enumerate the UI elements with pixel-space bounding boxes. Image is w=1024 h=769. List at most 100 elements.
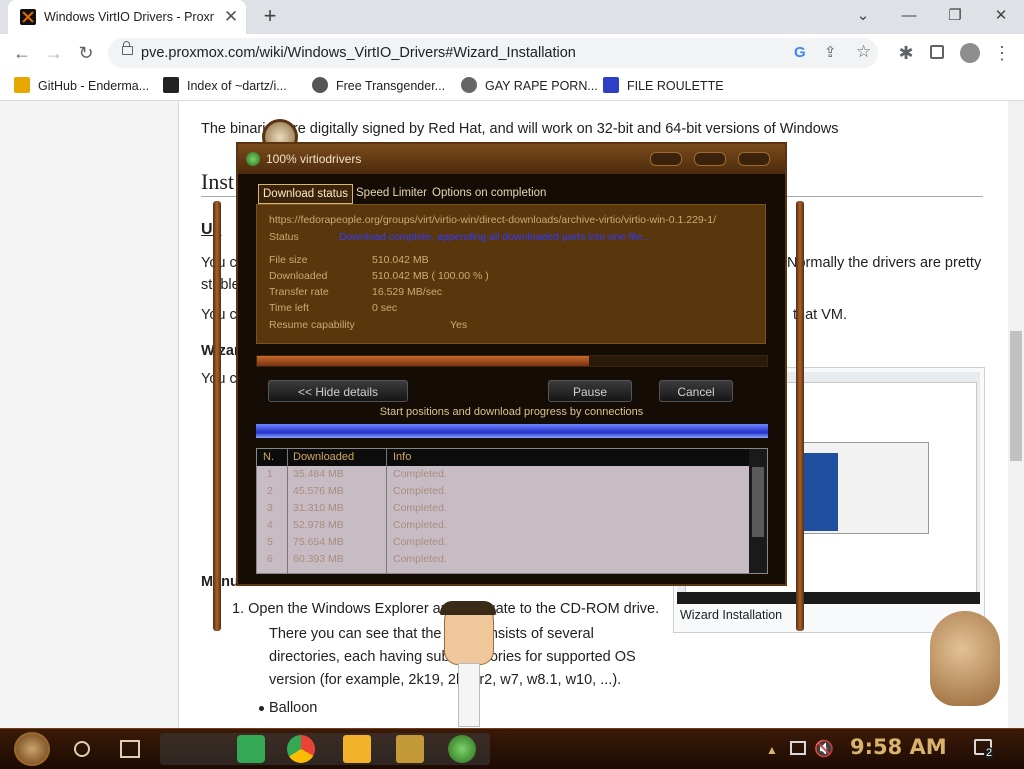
table-row[interactable]: 1 35.484 MB Completed. (257, 466, 749, 483)
resume-capability-label: Resume capability (269, 319, 355, 331)
status-value: Download complete, appending all downloa… (339, 231, 651, 243)
table-cell-downloaded: 35.484 MB (293, 468, 344, 480)
side-panel-icon[interactable] (930, 45, 944, 59)
thumbnail-taskbar (677, 592, 980, 604)
table-row[interactable]: 3 31.310 MB Completed. (257, 500, 749, 517)
column-header-downloaded[interactable]: Downloaded (293, 451, 354, 463)
network-icon[interactable] (790, 741, 806, 755)
lock-icon[interactable] (122, 41, 133, 55)
extensions-icon[interactable]: ✱ (894, 42, 918, 64)
start-button[interactable] (14, 732, 50, 766)
resume-capability-value: Yes (450, 319, 468, 331)
connections-progress-bar (256, 424, 768, 438)
file-explorer-icon[interactable] (343, 735, 371, 763)
chrome-app-icon[interactable] (287, 735, 315, 763)
table-scroll-thumb[interactable] (752, 467, 764, 537)
tray-overflow-icon[interactable]: ▲ (766, 743, 778, 757)
taskbar-clock[interactable]: 9:58 AM (850, 735, 947, 759)
tab-close-icon[interactable]: ✕ (222, 8, 240, 26)
notes-app-icon[interactable] (237, 735, 265, 763)
column-header-n[interactable]: N. (263, 451, 274, 463)
table-row[interactable]: 6 60.393 MB Completed. (257, 551, 749, 568)
time-left-value: 0 sec (372, 302, 398, 314)
tab-speed-limiter[interactable]: Speed Limiter (352, 184, 431, 202)
heading-installation: Inst (201, 169, 234, 194)
bookmark-file-roulette[interactable]: FILE ROULETTE (603, 77, 724, 95)
back-icon[interactable]: ← (10, 42, 34, 64)
pause-button[interactable]: Pause (548, 380, 632, 402)
table-cell-info: Completed. (393, 519, 447, 531)
task-view-icon[interactable] (120, 740, 140, 758)
table-cell-n: 1 (267, 468, 273, 480)
dialog-maximize-button[interactable] (694, 152, 726, 166)
progress-fill (257, 356, 589, 366)
downloaded-value: 510.042 MB ( 100.00 % ) (372, 270, 489, 282)
box-app-icon[interactable] (396, 735, 424, 763)
tab-download-status[interactable]: Download status (258, 184, 354, 204)
tab-search-icon[interactable]: ⌄ (849, 4, 877, 28)
dialog-close-button[interactable] (738, 152, 770, 166)
download-manager-app-icon[interactable] (448, 735, 476, 763)
tab-options-on-completion[interactable]: Options on completion (428, 184, 550, 202)
installer-banner (798, 453, 838, 531)
column-header-info[interactable]: Info (393, 451, 411, 463)
bookmark-globe[interactable]: GAY RAPE PORN... (461, 77, 598, 95)
table-cell-info: Completed. (393, 468, 447, 480)
minimize-icon[interactable]: — (895, 4, 923, 28)
menu-kebab-icon[interactable]: ⋮ (990, 42, 1014, 64)
cartoon-character-body (458, 663, 480, 727)
volume-muted-icon[interactable]: 🔇 (814, 739, 834, 759)
bookmark-github[interactable]: GitHub - Enderma... (14, 77, 149, 95)
dialog-title: 100% virtiodrivers (266, 152, 362, 166)
table-cell-downloaded: 31.310 MB (293, 502, 344, 514)
table-body: 1 35.484 MB Completed. 2 45.576 MB Completed.… (257, 466, 749, 573)
bookmark-star-icon[interactable]: ☆ (856, 42, 871, 62)
mask-icon (312, 77, 328, 93)
tab-title: Windows VirtIO Drivers - Proxmox (44, 10, 214, 24)
share-icon[interactable]: ⇪ (824, 43, 837, 61)
text-line: There you can see that the ISO consists … (269, 626, 594, 642)
search-icon[interactable] (74, 741, 90, 757)
profile-avatar[interactable] (960, 43, 980, 63)
hamster-mascot (930, 611, 1000, 706)
table-row[interactable]: 2 45.576 MB Completed. (257, 483, 749, 500)
close-window-icon[interactable]: ✕ (987, 4, 1015, 28)
table-cell-downloaded: 45.576 MB (293, 485, 344, 497)
table-cell-info: Completed. (393, 553, 447, 565)
table-cell-n: 2 (267, 485, 273, 497)
forward-icon[interactable]: → (42, 42, 66, 64)
bookmark-index[interactable]: Index of ~dartz/i... (163, 77, 287, 95)
address-bar[interactable]: pve.proxmox.com/wiki/Windows_VirtIO_Driv… (108, 38, 878, 68)
status-panel: https://fedorapeople.org/groups/virt/vir… (256, 204, 766, 344)
table-cell-downloaded: 60.393 MB (293, 553, 344, 565)
reload-icon[interactable]: ↻ (74, 42, 98, 64)
table-cell-downloaded: 52.978 MB (293, 519, 344, 531)
time-left-label: Time left (269, 302, 309, 314)
scrollbar-thumb[interactable] (1010, 331, 1022, 461)
taskbar-apps-area (160, 733, 490, 765)
steampunk-pipe-right (796, 201, 804, 631)
browser-tab[interactable]: Windows VirtIO Drivers - Proxmox ✕ (8, 0, 246, 34)
cancel-button[interactable]: Cancel (659, 380, 733, 402)
download-globe-icon (246, 152, 260, 166)
browser-toolbar: ← → ↻ pve.proxmox.com/wiki/Windows_VirtI… (0, 34, 1024, 72)
google-lens-icon[interactable]: G (794, 44, 806, 61)
restore-icon[interactable]: ❐ (941, 4, 969, 28)
table-row[interactable]: 5 75.654 MB Completed. (257, 534, 749, 551)
text-line: Normally the drivers are pretty (787, 255, 982, 271)
new-tab-button[interactable]: + (259, 5, 281, 27)
hide-details-button[interactable]: << Hide details (268, 380, 408, 402)
cartoon-character-hair (440, 601, 496, 615)
text-line: version (for example, 2k19, 2k12r2, w7, … (269, 672, 622, 688)
connections-table: N. Downloaded Info 1 35.484 MB Completed. 2… (256, 448, 768, 574)
bookmark-free[interactable]: Free Transgender... (312, 77, 445, 95)
globe-icon (461, 77, 477, 93)
transfer-rate-value: 16.529 MB/sec (372, 286, 443, 298)
notification-count: 2 (984, 747, 995, 759)
table-cell-info: Completed. (393, 536, 447, 548)
table-row[interactable]: 4 52.978 MB Completed. (257, 517, 749, 534)
table-scrollbar[interactable] (749, 449, 767, 573)
dialog-minimize-button[interactable] (650, 152, 682, 166)
proxmox-favicon-icon (20, 9, 36, 25)
dialog-titlebar[interactable]: 100% virtiodrivers (238, 144, 785, 174)
